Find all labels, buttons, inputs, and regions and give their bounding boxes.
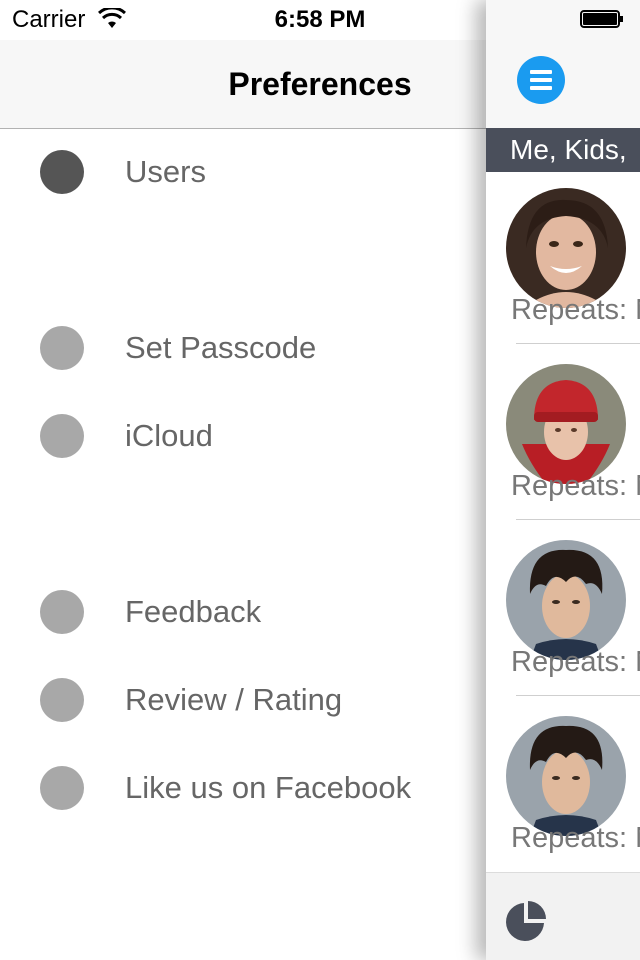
menu-item-users[interactable]: Users — [0, 142, 486, 202]
hamburger-bar — [530, 86, 552, 90]
avatar — [506, 540, 626, 660]
preferences-menu: Preferences Users Set Passcode iCloud Fe… — [0, 0, 486, 960]
users-dot-icon — [40, 150, 84, 194]
woman-photo — [506, 188, 626, 308]
tab-bar — [486, 872, 640, 960]
hamburger-icon[interactable] — [517, 56, 565, 104]
hamburger-bar — [530, 78, 552, 82]
menu-item-label: Feedback — [125, 594, 262, 629]
avatar — [506, 716, 626, 836]
icloud-dot-icon — [40, 414, 84, 458]
feedback-dot-icon — [40, 590, 84, 634]
menu-item-label: Like us on Facebook — [125, 770, 412, 805]
clock: 6:58 PM — [274, 6, 366, 33]
battery-icon — [580, 10, 623, 28]
avatar — [506, 364, 626, 484]
section-title: Me, Kids, — [510, 134, 627, 165]
facebook-dot-icon — [40, 766, 84, 810]
girl-photo — [506, 364, 626, 484]
hamburger-bar — [530, 70, 552, 74]
menu-item-set-passcode[interactable]: Set Passcode — [0, 318, 486, 378]
repeat-text: Repeats: N — [511, 646, 640, 678]
menu-item-icloud[interactable]: iCloud — [0, 406, 486, 466]
menu-header: Preferences — [0, 40, 486, 129]
menu-item-label: iCloud — [125, 418, 213, 453]
man-photo — [506, 540, 626, 660]
menu-item-label: Users — [125, 154, 206, 189]
list-item[interactable]: Repeats: N — [486, 700, 640, 876]
repeat-text: Repeats: N — [511, 294, 640, 326]
man-photo — [506, 716, 626, 836]
menu-item-label: Review / Rating — [125, 682, 343, 717]
repeat-text: Repeats: N — [511, 822, 640, 854]
main-panel: Me, Kids, Repeats: N — [486, 0, 640, 960]
set-passcode-dot-icon — [40, 326, 84, 370]
avatar — [506, 188, 626, 308]
menu-item-facebook[interactable]: Like us on Facebook — [0, 758, 486, 818]
pie-chart-icon[interactable] — [504, 899, 548, 943]
review-rating-dot-icon — [40, 678, 84, 722]
repeat-text: Repeats: N — [511, 470, 640, 502]
list-item[interactable]: Repeats: N — [486, 172, 640, 348]
divider — [516, 343, 640, 344]
section-header: Me, Kids, — [486, 128, 640, 172]
menu-item-feedback[interactable]: Feedback — [0, 582, 486, 642]
list-item[interactable]: Repeats: N — [486, 524, 640, 700]
list-item[interactable]: Repeats: N — [486, 348, 640, 524]
menu-item-review-rating[interactable]: Review / Rating — [0, 670, 486, 730]
divider — [516, 519, 640, 520]
divider — [516, 695, 640, 696]
status-bar: Carrier 6:58 PM — [0, 0, 640, 40]
menu-item-label: Set Passcode — [125, 330, 317, 365]
